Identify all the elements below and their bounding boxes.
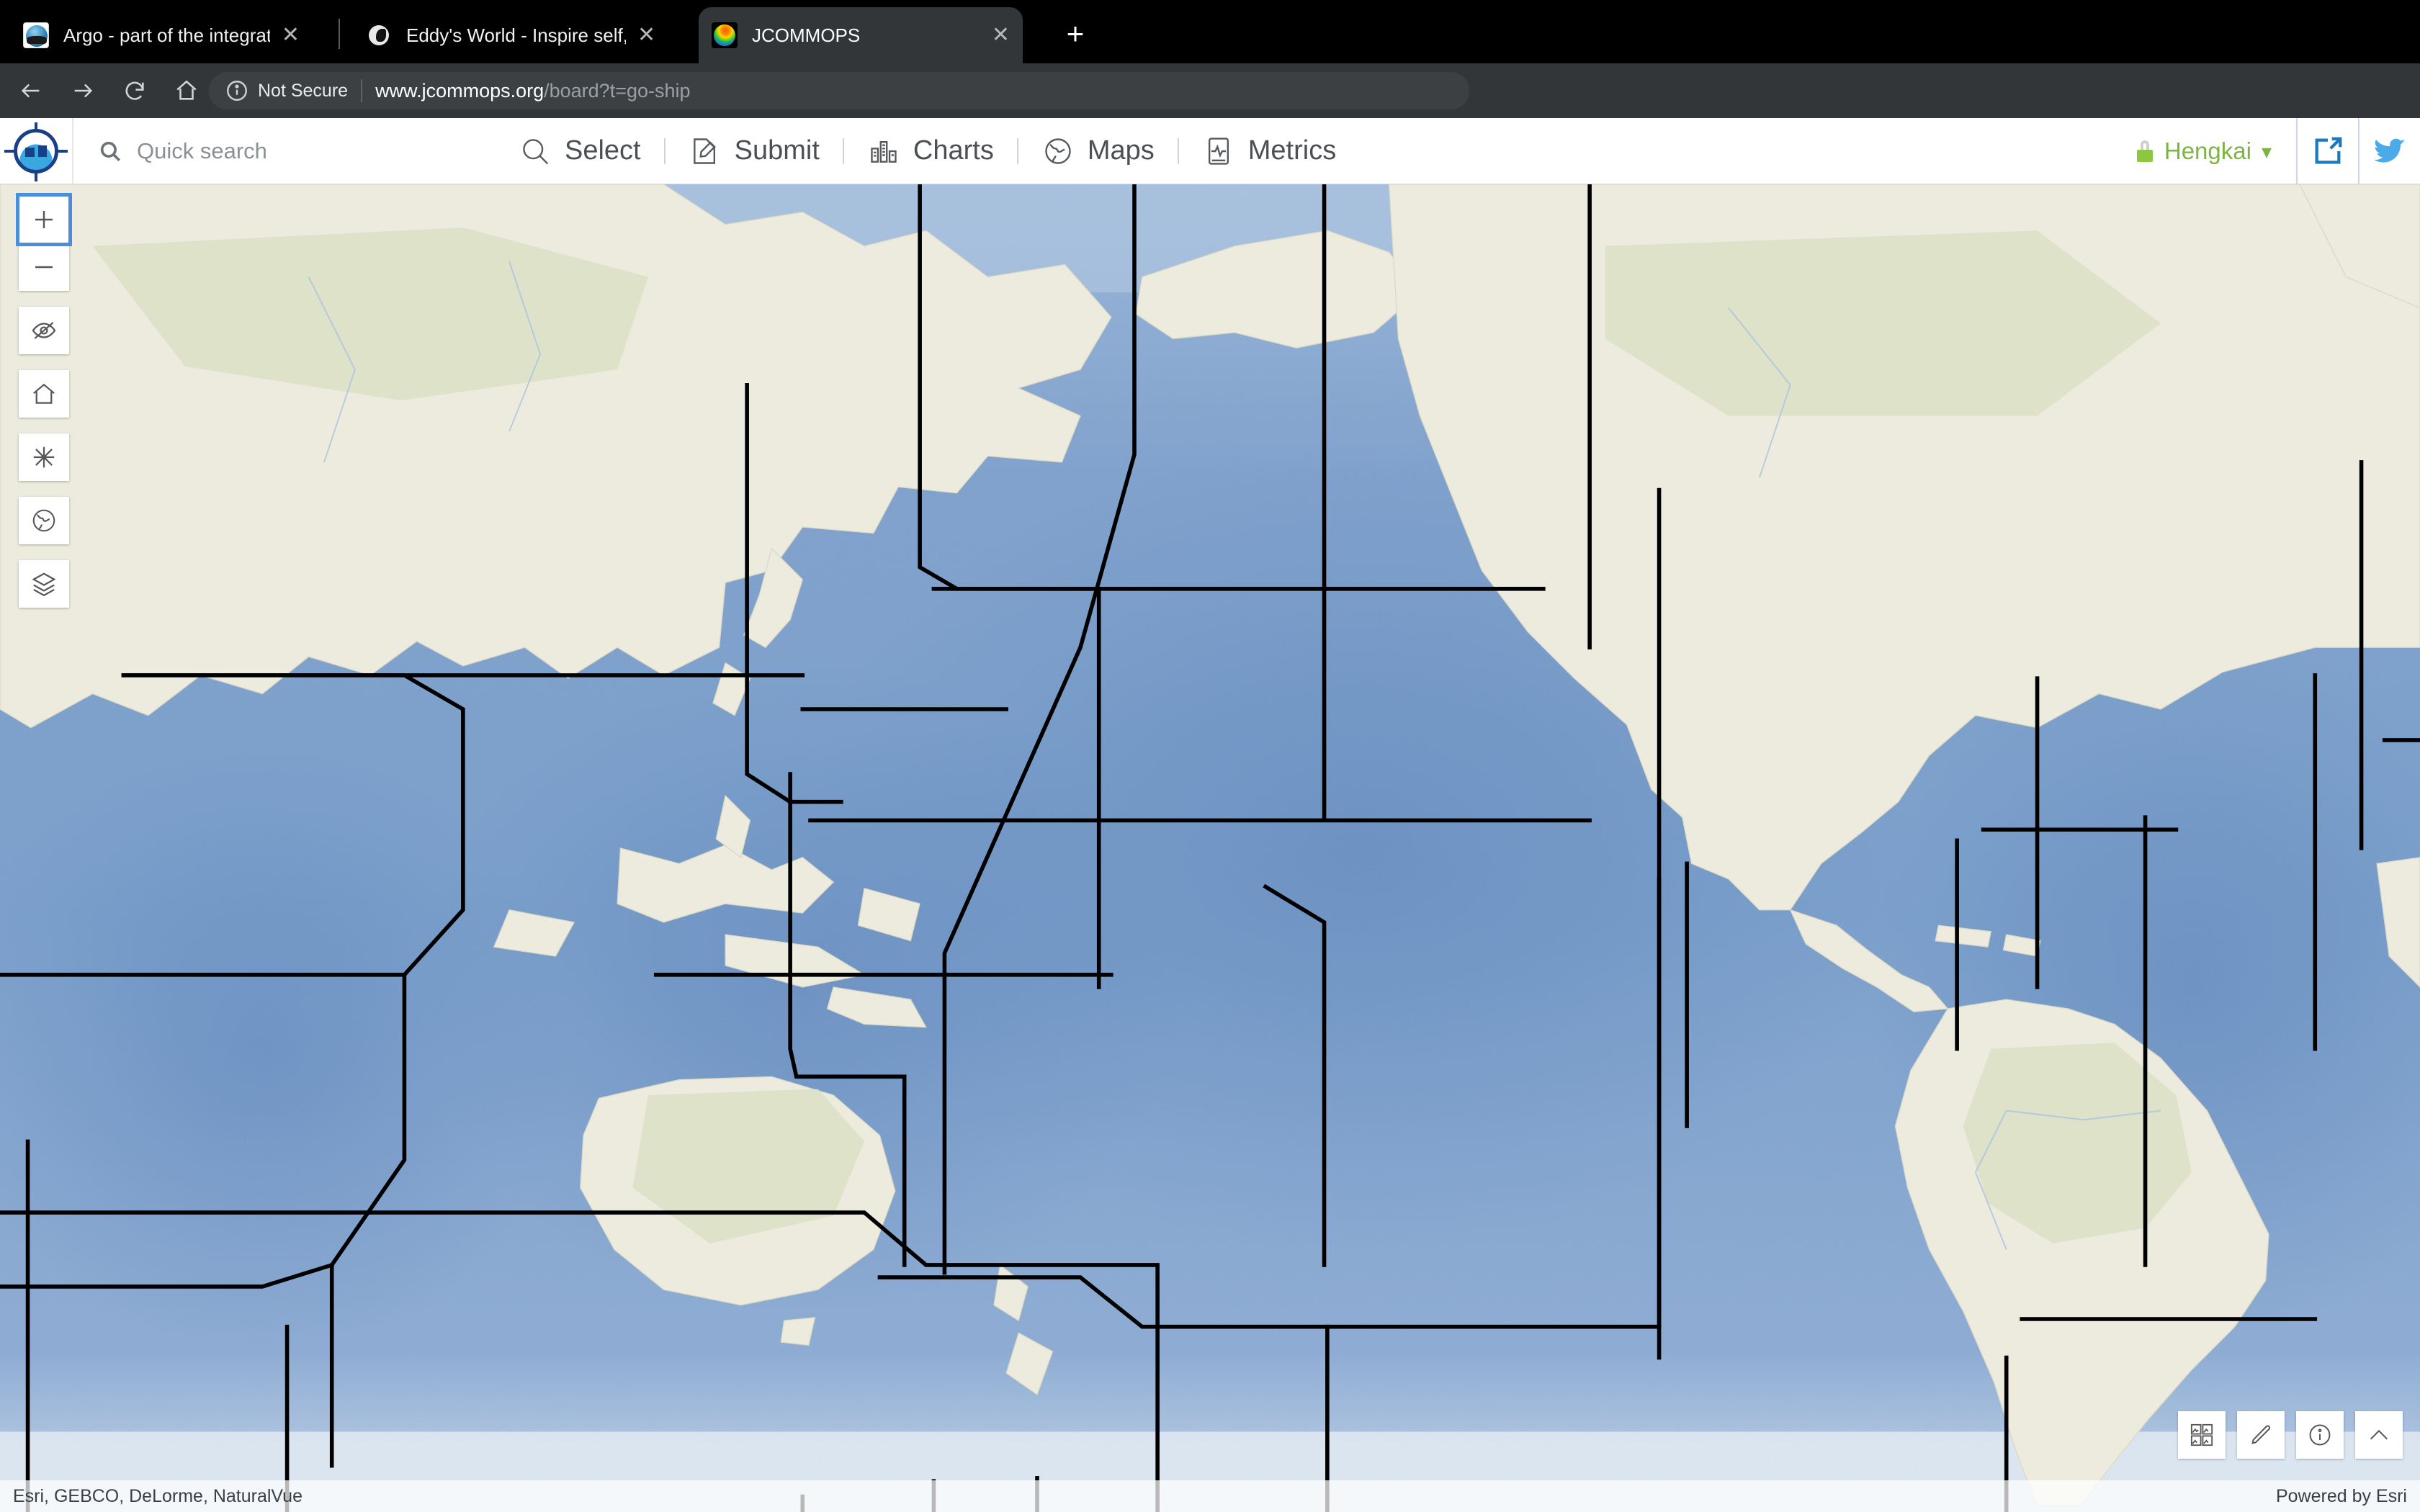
nav-divider xyxy=(1016,138,1018,164)
map-canvas[interactable]: Esri, GEBCO, DeLorme, NaturalVue Powered… xyxy=(0,184,2420,1512)
powered-by-esri: Powered by Esri xyxy=(2275,1485,2407,1506)
globe-icon xyxy=(1041,135,1075,168)
fullscreen-collapse-button[interactable] xyxy=(19,433,69,481)
nav-label: Metrics xyxy=(1247,135,1337,166)
tab-title: JCOMMOPS xyxy=(752,24,861,46)
search-icon xyxy=(98,139,122,163)
nav-item-select[interactable]: Select xyxy=(500,118,660,184)
map-imagery xyxy=(0,184,2420,1512)
draw-edit-button[interactable] xyxy=(2237,1411,2285,1459)
eddy-globe-icon xyxy=(366,22,392,48)
tab-close-button[interactable]: ✕ xyxy=(282,24,300,46)
zoom-out-button[interactable] xyxy=(19,243,69,291)
bar-chart-icon xyxy=(867,135,900,168)
app-header-right: Hengkai ▾ xyxy=(2112,118,2420,184)
browser-toolbar: Not Secure www.jcommops.org /board?t=go-… xyxy=(0,63,2420,174)
argo-globe-icon xyxy=(23,22,49,48)
share-external-icon xyxy=(2311,135,2344,168)
unlocked-padlock-icon xyxy=(2136,140,2153,162)
search-icon xyxy=(519,135,552,168)
tab-divider xyxy=(339,19,340,49)
browser-tab-2-active[interactable]: JCOMMOPS ✕ xyxy=(699,7,1023,63)
twitter-bird-icon xyxy=(2371,132,2408,170)
security-status-label: Not Secure xyxy=(258,80,349,101)
nav-item-charts[interactable]: Charts xyxy=(848,118,1013,184)
home-icon[interactable] xyxy=(166,70,207,112)
layers-button[interactable] xyxy=(19,560,69,608)
nav-item-maps[interactable]: Maps xyxy=(1023,118,1173,184)
map-controls-left xyxy=(16,193,72,624)
info-button[interactable] xyxy=(2296,1411,2344,1459)
browser-tab-strip: Argo - part of the integrated glo ✕ Eddy… xyxy=(0,0,2420,63)
nav-divider xyxy=(1177,138,1179,164)
twitter-button[interactable] xyxy=(2360,118,2420,184)
url-host: www.jcommops.org xyxy=(375,79,544,102)
home-extent-button[interactable] xyxy=(19,370,69,418)
expand-panel-button[interactable] xyxy=(2355,1411,2403,1459)
nav-divider xyxy=(842,138,844,164)
browser-tab-0[interactable]: Argo - part of the integrated glo ✕ xyxy=(10,7,313,63)
jcommops-globe-icon xyxy=(712,22,738,48)
pulse-monitor-icon xyxy=(1202,135,1235,168)
omnibox-divider xyxy=(361,79,363,102)
nav-label: Charts xyxy=(913,135,994,166)
nav-label: Maps xyxy=(1087,135,1155,166)
nav-item-submit[interactable]: Submit xyxy=(670,118,838,184)
pencil-note-icon xyxy=(689,135,722,168)
tab-close-button[interactable]: ✕ xyxy=(992,24,1010,46)
tab-close-button[interactable]: ✕ xyxy=(637,24,655,46)
map-controls-bottom-right xyxy=(2166,1411,2403,1459)
zoom-in-button[interactable] xyxy=(16,193,72,246)
nav-label: Submit xyxy=(734,135,820,166)
quick-search-placeholder: Quick search xyxy=(137,138,267,163)
user-name-label: Hengkai xyxy=(2164,138,2251,164)
back-arrow-icon[interactable] xyxy=(10,70,52,112)
go-ship-logo[interactable] xyxy=(0,118,72,184)
url-path: /board?t=go-ship xyxy=(544,79,691,102)
info-circle-icon[interactable] xyxy=(225,78,249,103)
app-nav: Select Submit Charts Maps Metrics xyxy=(500,118,1355,184)
globe-view-button[interactable] xyxy=(19,497,69,544)
share-button[interactable] xyxy=(2298,118,2358,184)
app-header: Quick search Select Submit Charts Maps M… xyxy=(0,117,2420,184)
nav-item-metrics[interactable]: Metrics xyxy=(1183,118,1355,184)
tab-title: Eddy's World - Inspire self, insp xyxy=(406,24,626,46)
nav-divider xyxy=(663,138,666,164)
forward-arrow-icon[interactable] xyxy=(62,70,104,112)
hide-layers-button[interactable] xyxy=(19,307,69,354)
basemap-gallery-button[interactable] xyxy=(2178,1411,2226,1459)
reload-icon[interactable] xyxy=(114,70,156,112)
user-menu[interactable]: Hengkai ▾ xyxy=(2112,118,2296,184)
tab-title: Argo - part of the integrated glo xyxy=(63,24,270,46)
nav-label: Select xyxy=(565,135,641,166)
address-bar[interactable]: Not Secure www.jcommops.org /board?t=go-… xyxy=(209,72,1469,109)
chevron-down-icon[interactable]: ▾ xyxy=(2262,140,2272,163)
map-attribution-bar: Esri, GEBCO, DeLorme, NaturalVue Powered… xyxy=(0,1480,2420,1512)
quick-search-input[interactable]: Quick search xyxy=(73,138,484,164)
new-tab-button[interactable]: + xyxy=(1059,19,1092,52)
browser-tab-1[interactable]: Eddy's World - Inspire self, insp ✕ xyxy=(353,7,670,63)
attribution-sources: Esri, GEBCO, DeLorme, NaturalVue xyxy=(13,1485,302,1506)
